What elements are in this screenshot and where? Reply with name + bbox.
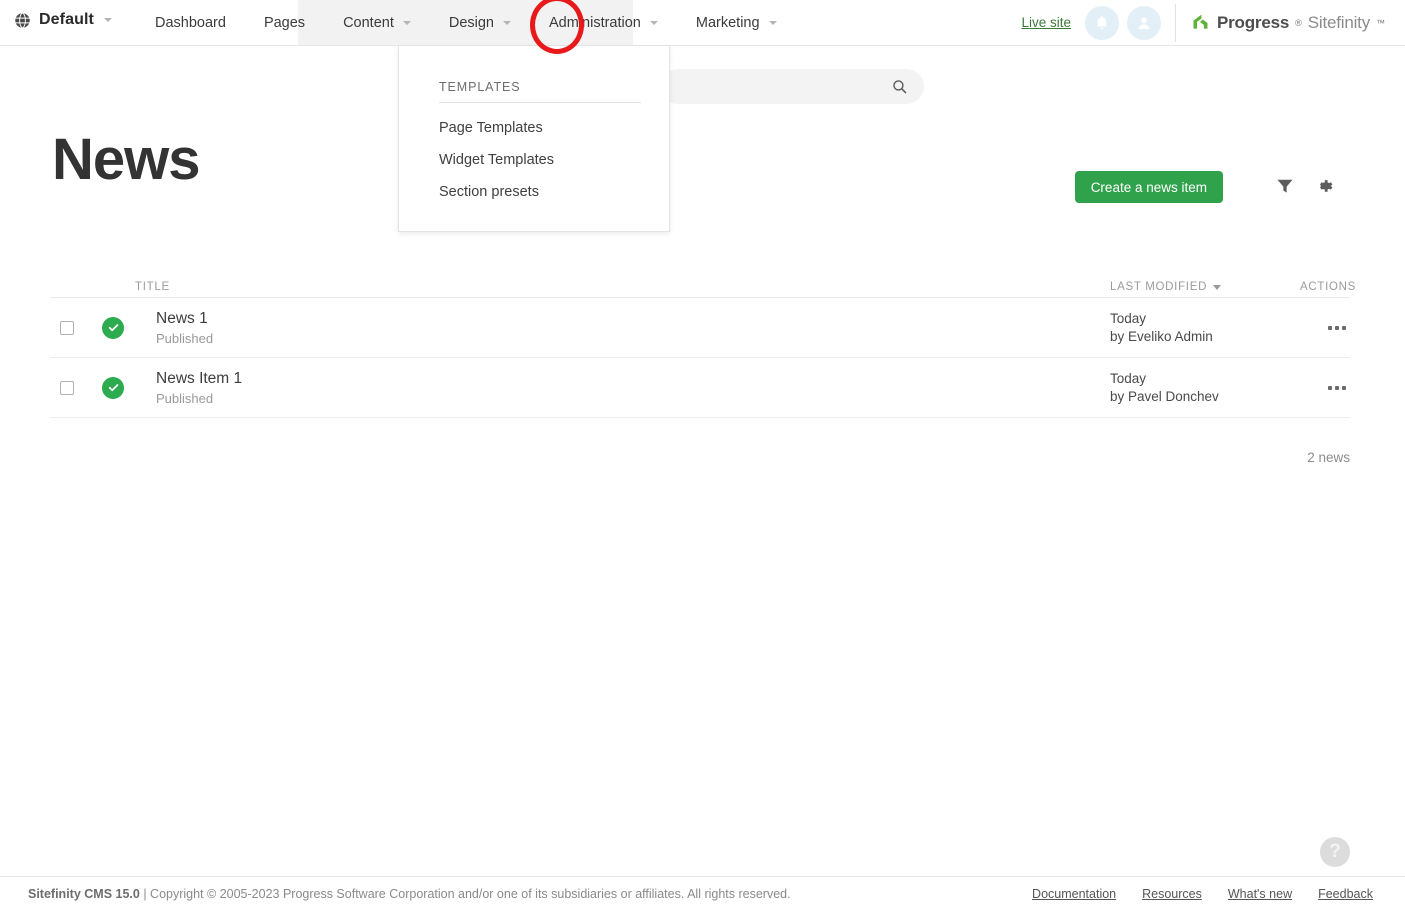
- search-input[interactable]: [678, 69, 888, 104]
- column-header-title: TITLE: [135, 281, 170, 293]
- item-count-label: 2 news: [1307, 450, 1350, 465]
- check-icon: [108, 324, 118, 332]
- dropdown-item-list: Page Templates Widget Templates Section …: [439, 112, 649, 208]
- row-last-modified-cell: Today by Eveliko Admin: [1110, 310, 1300, 346]
- nav-label: Administration: [549, 14, 641, 31]
- brand-progress-text: Progress: [1217, 12, 1290, 32]
- brand-sitefinity-text: Sitefinity: [1307, 12, 1370, 32]
- dropdown-divider: [439, 102, 641, 103]
- check-icon: [108, 384, 118, 392]
- column-header-last-modified[interactable]: LAST MODIFIED: [1110, 281, 1300, 293]
- nav-label: Pages: [263, 14, 306, 31]
- gear-icon[interactable]: [1313, 175, 1335, 197]
- brand-registered-mark: ®: [1295, 17, 1302, 28]
- menu-item-widget-templates[interactable]: Widget Templates: [439, 144, 649, 176]
- brand-trademark-mark: ™: [1376, 17, 1385, 28]
- nav-item-dashboard[interactable]: Dashboard: [136, 0, 245, 45]
- more-actions-icon[interactable]: [1328, 385, 1346, 390]
- modified-by: by Eveliko Admin: [1110, 328, 1213, 344]
- nav-label: Content: [343, 14, 394, 31]
- brand-divider: [1175, 3, 1176, 42]
- news-items-table: TITLE LAST MODIFIED ACTIONS News 1 Publi…: [50, 272, 1357, 418]
- nav-item-pages[interactable]: Pages: [245, 0, 324, 45]
- row-last-modified-cell: Today by Pavel Donchev: [1110, 370, 1300, 406]
- chevron-down-icon: [402, 20, 411, 25]
- site-name-label: Default: [39, 11, 94, 28]
- news-item-link[interactable]: News 1: [156, 309, 1056, 328]
- published-check-icon: [102, 316, 124, 339]
- user-avatar-icon: [1138, 16, 1150, 29]
- chevron-down-icon: [768, 20, 777, 25]
- footer-bar: Sitefinity CMS 15.0 | Copyright © 2005-2…: [0, 876, 1405, 912]
- row-actions-cell: [1300, 325, 1350, 330]
- modified-by: by Pavel Donchev: [1110, 388, 1219, 404]
- footer-link-resources[interactable]: Resources: [1142, 887, 1202, 901]
- modified-date: Today: [1110, 370, 1147, 386]
- menu-item-page-templates[interactable]: Page Templates: [439, 112, 649, 144]
- globe-icon: [14, 11, 31, 29]
- more-actions-icon[interactable]: [1328, 325, 1346, 330]
- row-actions-cell: [1300, 385, 1350, 390]
- nav-item-design[interactable]: Design: [430, 0, 530, 45]
- search-icon[interactable]: [891, 78, 908, 95]
- user-account-button[interactable]: [1127, 5, 1161, 40]
- footer-link-whats-new[interactable]: What's new: [1228, 887, 1292, 901]
- status-label: Published: [156, 390, 214, 406]
- status-label: Published: [156, 330, 214, 346]
- notifications-button[interactable]: [1085, 5, 1119, 40]
- progress-sitefinity-logo: Progress ® Sitefinity ™: [1190, 12, 1405, 33]
- footer-version: Sitefinity CMS 15.0: [28, 887, 140, 901]
- filter-icon[interactable]: [1275, 176, 1295, 196]
- footer-copyright: Sitefinity CMS 15.0 | Copyright © 2005-2…: [28, 887, 791, 901]
- table-row[interactable]: News 1 Published Today by Eveliko Admin: [50, 298, 1350, 358]
- progress-arrow-icon: [1193, 14, 1208, 29]
- main-menu: Dashboard Pages Content Design Administr…: [136, 0, 796, 45]
- chevron-down-icon: [503, 20, 511, 25]
- site-selector[interactable]: Default: [14, 11, 112, 29]
- published-check-icon: [102, 376, 124, 399]
- news-item-link[interactable]: News Item 1: [156, 369, 1056, 388]
- nav-label: Design: [448, 14, 494, 31]
- top-nav-right: Live site Progress ® Sitefinity ™: [1021, 0, 1405, 45]
- live-site-link[interactable]: Live site: [1021, 15, 1071, 30]
- design-dropdown-menu: TEMPLATES Page Templates Widget Template…: [398, 46, 670, 232]
- app-root: Default Dashboard Pages Content Design A…: [0, 0, 1405, 912]
- footer-link-feedback[interactable]: Feedback: [1318, 887, 1373, 901]
- menu-item-section-presets[interactable]: Section presets: [439, 176, 649, 208]
- nav-label: Dashboard: [155, 14, 226, 31]
- create-news-item-button[interactable]: Create a news item: [1074, 171, 1223, 203]
- search-box[interactable]: [660, 69, 924, 104]
- footer-link-documentation[interactable]: Documentation: [1032, 887, 1116, 901]
- page-title: News: [52, 127, 201, 192]
- table-header-row: TITLE LAST MODIFIED ACTIONS: [50, 272, 1357, 298]
- modified-date: Today: [1110, 310, 1147, 326]
- sort-descending-icon: [1213, 284, 1222, 290]
- footer-copyright-text: | Copyright © 2005-2023 Progress Softwar…: [139, 887, 791, 901]
- nav-item-administration[interactable]: Administration: [530, 0, 677, 45]
- footer-links: Documentation Resources What's new Feedb…: [1032, 887, 1373, 901]
- chevron-down-icon: [649, 20, 658, 25]
- nav-item-marketing[interactable]: Marketing: [677, 0, 796, 45]
- column-header-actions: ACTIONS: [1300, 281, 1357, 293]
- dropdown-section-title: TEMPLATES: [439, 80, 521, 94]
- row-checkbox[interactable]: [60, 380, 74, 395]
- bell-icon: [1096, 15, 1108, 29]
- row-checkbox[interactable]: [60, 320, 74, 335]
- row-title-cell: News Item 1 Published: [156, 369, 1056, 407]
- table-row[interactable]: News Item 1 Published Today by Pavel Don…: [50, 358, 1350, 418]
- nav-item-content[interactable]: Content: [324, 0, 430, 45]
- row-title-cell: News 1 Published: [156, 309, 1056, 347]
- chevron-down-icon: [103, 18, 112, 22]
- help-icon[interactable]: ?: [1320, 837, 1350, 867]
- top-navigation-bar: Default Dashboard Pages Content Design A…: [0, 0, 1405, 46]
- nav-label: Marketing: [695, 14, 760, 31]
- column-header-last-modified-label: LAST MODIFIED: [1110, 281, 1208, 293]
